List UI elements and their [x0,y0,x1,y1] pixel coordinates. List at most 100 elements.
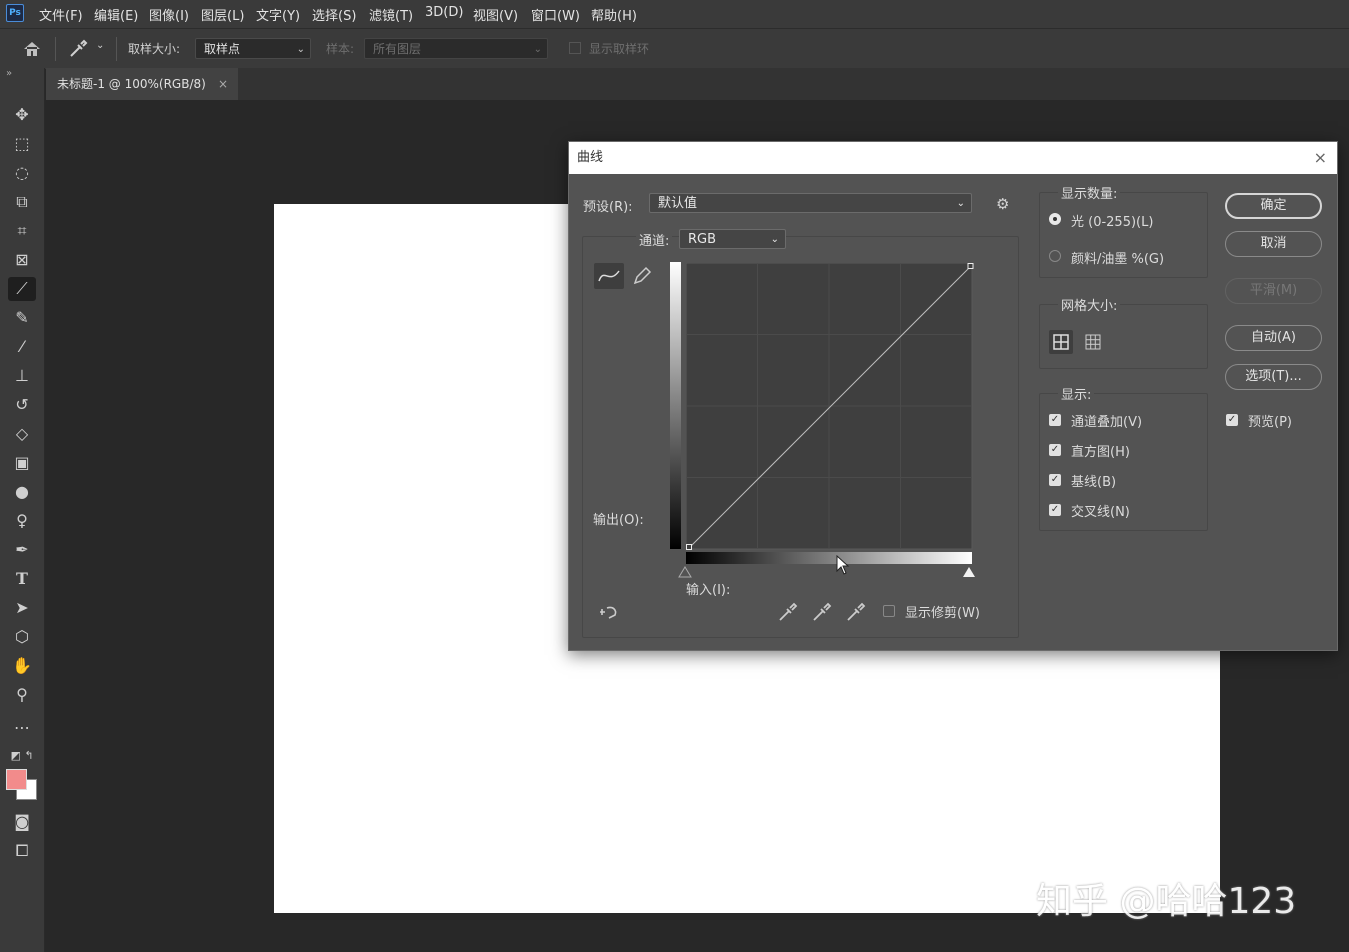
sample-label: 样本: [326,42,355,56]
show-clipping-checkbox[interactable] [883,605,895,617]
tool-preset-chevron-icon[interactable]: ⌄ [96,40,104,51]
grid-size-title: 网格大小: [1058,295,1121,314]
pigment-radio[interactable] [1049,250,1061,262]
channel-select[interactable]: RGB ⌄ [679,229,786,249]
menu-layer[interactable]: 图层(L) [201,5,244,24]
show-clipping-label: 显示修剪(W) [905,606,980,621]
expand-panel-icon[interactable]: » [6,68,12,79]
marquee-tool-icon[interactable]: ⬚ [8,132,36,156]
pencil-tool-icon[interactable] [631,265,653,287]
preview-checkbox[interactable]: ✓ [1226,414,1238,426]
preset-select[interactable]: 默认值 ⌄ [649,193,972,213]
menu-file[interactable]: 文件(F) [39,5,83,24]
show-sampling-ring-checkbox[interactable] [569,42,581,54]
object-selection-tool-icon[interactable]: ⧉ [8,190,36,214]
curve-point-tool-button[interactable] [594,263,624,289]
intersection-line-label: 交叉线(N) [1071,505,1130,520]
screen-mode-icon[interactable]: ⧠ [8,839,36,863]
gray-point-eyedropper-icon[interactable] [811,601,833,623]
preview-label: 预览(P) [1248,415,1292,430]
home-icon[interactable] [22,40,42,58]
dodge-tool-icon[interactable]: ♀ [8,509,36,533]
menu-image[interactable]: 图像(I) [149,5,189,24]
curve-graph[interactable] [686,263,974,552]
menu-window[interactable]: 窗口(W) [531,5,580,24]
document-tab-title: 未标题-1 @ 100%(RGB/8) [57,77,206,91]
eyedropper-tool-icon[interactable] [68,39,88,59]
photoshop-logo-icon[interactable]: Ps [6,4,24,22]
tools-panel: » ✥ ⬚ ◌ ⧉ ⌗ ⊠ ⟋ ✎ ⁄ ⊥ ↺ ◇ ▣ ● ♀ ✒ T ➤ ⬡ … [0,68,45,952]
histogram-checkbox[interactable]: ✓ [1049,444,1061,456]
healing-brush-tool-icon[interactable]: ✎ [8,306,36,330]
simple-grid-button[interactable] [1049,330,1073,354]
swap-colors-icon[interactable]: ◩ ↰ [8,744,36,768]
more-tools-icon[interactable]: ⋯ [8,716,36,740]
frame-tool-icon[interactable]: ⊠ [8,248,36,272]
path-selection-tool-icon[interactable]: ➤ [8,596,36,620]
eraser-tool-icon[interactable]: ◇ [8,422,36,446]
pen-tool-icon[interactable]: ✒ [8,538,36,562]
detailed-grid-icon[interactable] [1081,330,1105,354]
blur-tool-icon[interactable]: ● [8,480,36,504]
zoom-tool-icon[interactable]: ⚲ [8,683,36,707]
dialog-title: 曲线 [577,150,604,165]
options-button[interactable]: 选项(T)... [1225,364,1322,390]
close-dialog-icon[interactable]: × [1314,142,1327,174]
light-radio[interactable] [1049,213,1061,225]
curves-dialog: 曲线 × 预设(R): 默认值 ⌄ ⚙ 通道: RGB ⌄ 输出(O): 输入(I)… [568,141,1338,651]
menu-edit[interactable]: 编辑(E) [94,5,138,24]
curve-point-highlight[interactable] [967,263,974,269]
display-amount-title: 显示数量: [1058,183,1121,202]
menu-help[interactable]: 帮助(H) [591,5,637,24]
gradient-tool-icon[interactable]: ▣ [8,451,36,475]
eyedropper-tool-icon[interactable]: ⟋ [8,277,36,301]
channel-value: RGB [688,232,717,247]
lasso-tool-icon[interactable]: ◌ [8,161,36,185]
shape-tool-icon[interactable]: ⬡ [8,625,36,649]
baseline-label: 基线(B) [1071,475,1117,490]
auto-button[interactable]: 自动(A) [1225,325,1322,351]
curve-point-shadow[interactable] [686,544,692,550]
menu-filter[interactable]: 滤镜(T) [369,5,413,24]
preset-options-gear-icon[interactable]: ⚙ [996,195,1009,213]
white-point-slider-icon[interactable] [962,566,976,578]
menu-view[interactable]: 视图(V) [473,5,518,24]
ok-button[interactable]: 确定 [1225,193,1322,219]
simple-grid-icon [1053,334,1069,350]
input-gradient-bar [686,552,972,564]
sample-size-select[interactable]: 取样点 ⌄ [195,38,311,59]
channel-overlays-checkbox[interactable]: ✓ [1049,414,1061,426]
document-tab-bar: 未标题-1 @ 100%(RGB/8) × [46,68,1349,100]
document-tab[interactable]: 未标题-1 @ 100%(RGB/8) × [46,68,238,100]
chevron-down-icon: ⌄ [533,44,542,55]
smooth-button[interactable]: 平滑(M) [1225,278,1322,304]
mouse-cursor-icon [836,555,850,575]
clone-stamp-tool-icon[interactable]: ⊥ [8,364,36,388]
history-brush-tool-icon[interactable]: ↺ [8,393,36,417]
curve-edit-icon [598,270,620,282]
brush-tool-icon[interactable]: ⁄ [8,335,36,359]
options-separator [55,37,56,61]
targeted-adjustment-hand-icon[interactable] [597,602,621,622]
white-point-eyedropper-icon[interactable] [845,601,867,623]
options-separator [116,37,117,61]
intersection-line-checkbox[interactable]: ✓ [1049,504,1061,516]
hand-tool-icon[interactable]: ✋ [8,654,36,678]
black-point-eyedropper-icon[interactable] [777,601,799,623]
type-tool-icon[interactable]: T [8,567,36,591]
options-bar: ⌄ 取样大小: 取样点 ⌄ 样本: 所有图层 ⌄ 显示取样环 [0,28,1349,69]
sample-select[interactable]: 所有图层 ⌄ [364,38,548,59]
cancel-button[interactable]: 取消 [1225,231,1322,257]
crop-tool-icon[interactable]: ⌗ [8,219,36,243]
black-point-slider-icon[interactable] [678,566,692,578]
menu-3d[interactable]: 3D(D) [425,5,463,20]
menu-select[interactable]: 选择(S) [312,5,356,24]
foreground-color-swatch[interactable] [6,769,27,790]
move-tool-icon[interactable]: ✥ [8,103,36,127]
baseline-checkbox[interactable]: ✓ [1049,474,1061,486]
dialog-title-bar[interactable]: 曲线 × [569,142,1337,174]
close-tab-icon[interactable]: × [218,68,228,100]
sample-size-value: 取样点 [204,42,241,56]
quick-mask-icon[interactable]: ◙ [8,810,36,834]
menu-type[interactable]: 文字(Y) [256,5,300,24]
